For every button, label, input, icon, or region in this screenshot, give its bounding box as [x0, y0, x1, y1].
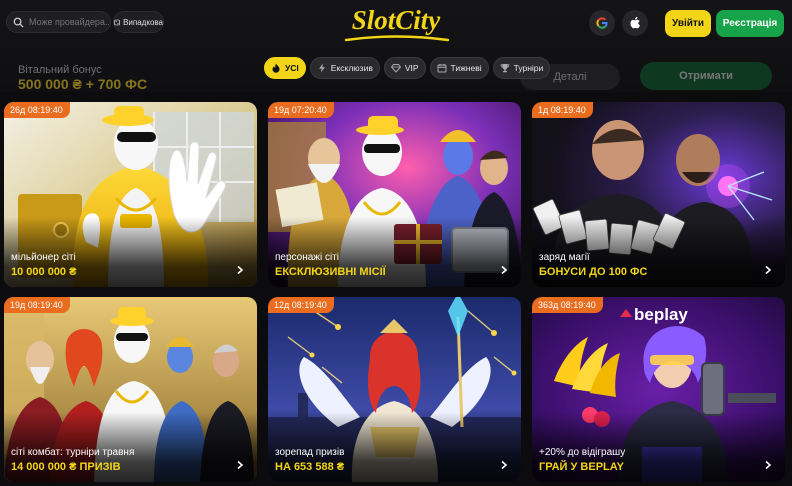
receive-bonus-button[interactable]: Отримати — [640, 62, 772, 90]
card-title: ГРАЙ У BEPLAY — [539, 461, 625, 473]
apple-icon — [630, 16, 640, 29]
tab-weekly[interactable]: Тижневі — [429, 57, 489, 79]
chevron-right-icon[interactable] — [499, 265, 509, 275]
bonus-amount: 500 000 ₴ + 700 ФС — [18, 76, 148, 92]
search-icon — [13, 17, 24, 28]
fire-icon — [272, 63, 280, 73]
random-label: Випадкова — [123, 17, 163, 27]
timer-badge: 19д 07:20:40 — [268, 102, 334, 118]
tab-tournaments[interactable]: Турніри — [492, 57, 551, 79]
chevron-right-icon[interactable] — [763, 460, 773, 470]
promo-card[interactable]: 19д 07:20:40 персонажі сіті ЕКСКЛЮЗИВНІ … — [268, 102, 521, 287]
card-subtitle: +20% до відіграшу — [539, 447, 626, 458]
calendar-icon — [437, 64, 447, 73]
card-subtitle: заряд магії — [539, 252, 590, 263]
card-title: НА 653 588 ₴ — [275, 461, 345, 473]
tab-exclusive[interactable]: Ексклюзив — [309, 57, 380, 79]
promo-filter-tabs: УСІ Ексклюзив VIP Тижневі Турніри — [264, 57, 551, 79]
apple-login-button[interactable] — [622, 10, 648, 36]
promo-card[interactable]: 1д 08:19:40 заряд магії БОНУСИ ДО 100 ФС — [532, 102, 785, 287]
timer-badge: 1д 08:19:40 — [532, 102, 593, 118]
timer-badge: 363д 08:19:40 — [532, 297, 603, 313]
chevron-right-icon[interactable] — [235, 460, 245, 470]
card-subtitle: сіті комбат: турніри травня — [11, 447, 135, 458]
tab-label: УСІ — [285, 63, 299, 73]
beplay-logo: beplay — [620, 305, 688, 324]
trophy-icon — [500, 64, 510, 73]
promo-card[interactable]: beplay 363д 08:19:40 +20% до відіграшу Г… — [532, 297, 785, 482]
lightning-icon — [318, 63, 325, 73]
tab-label: Ексклюзив — [330, 63, 373, 73]
search-input[interactable] — [29, 17, 109, 27]
bonus-title: Вітальний бонус — [18, 64, 102, 76]
diamond-icon — [390, 64, 401, 73]
card-subtitle: зорепад призів — [275, 447, 345, 458]
search-box[interactable] — [6, 11, 111, 33]
card-subtitle: мільйонер сіті — [11, 252, 76, 263]
card-title: 14 000 000 ₴ ПРИЗІВ — [11, 461, 121, 473]
card-title: ЕКСКЛЮЗИВНІ МІСІЇ — [275, 266, 386, 278]
card-title: 10 000 000 ₴ — [11, 266, 77, 278]
register-button[interactable]: Реєстрація — [716, 10, 784, 37]
google-login-button[interactable] — [589, 10, 615, 36]
promo-card[interactable]: 12д 08:19:40 зорепад призів НА 653 588 ₴ — [268, 297, 521, 482]
tab-label: Тижневі — [450, 63, 482, 73]
google-icon — [596, 17, 608, 29]
tab-label: Турніри — [513, 63, 544, 73]
timer-badge: 26д 08:19:40 — [4, 102, 70, 118]
chevron-right-icon[interactable] — [499, 460, 509, 470]
random-game-button[interactable]: Випадкова — [113, 11, 164, 33]
slotcity-logo[interactable]: SlotCity — [338, 0, 454, 46]
login-button[interactable]: Увійти — [665, 10, 711, 37]
tab-all[interactable]: УСІ — [264, 57, 306, 79]
timer-badge: 19д 08:19:40 — [4, 297, 70, 313]
chevron-right-icon[interactable] — [763, 265, 773, 275]
timer-badge: 12д 08:19:40 — [268, 297, 334, 313]
chevron-right-icon[interactable] — [235, 265, 245, 275]
tab-vip[interactable]: VIP — [383, 57, 426, 79]
dice-icon — [114, 19, 120, 25]
tab-label: VIP — [404, 63, 419, 73]
card-subtitle: персонажі сіті — [275, 252, 340, 263]
card-title: БОНУСИ ДО 100 ФС — [539, 266, 648, 278]
promo-card[interactable]: 19д 08:19:40 сіті комбат: турніри травня… — [4, 297, 257, 482]
beplay-wordmark: beplay — [634, 305, 688, 324]
svg-text:SlotCity: SlotCity — [352, 5, 442, 35]
promo-card[interactable]: 26д 08:19:40 мільйонер сіті 10 000 000 ₴ — [4, 102, 257, 287]
